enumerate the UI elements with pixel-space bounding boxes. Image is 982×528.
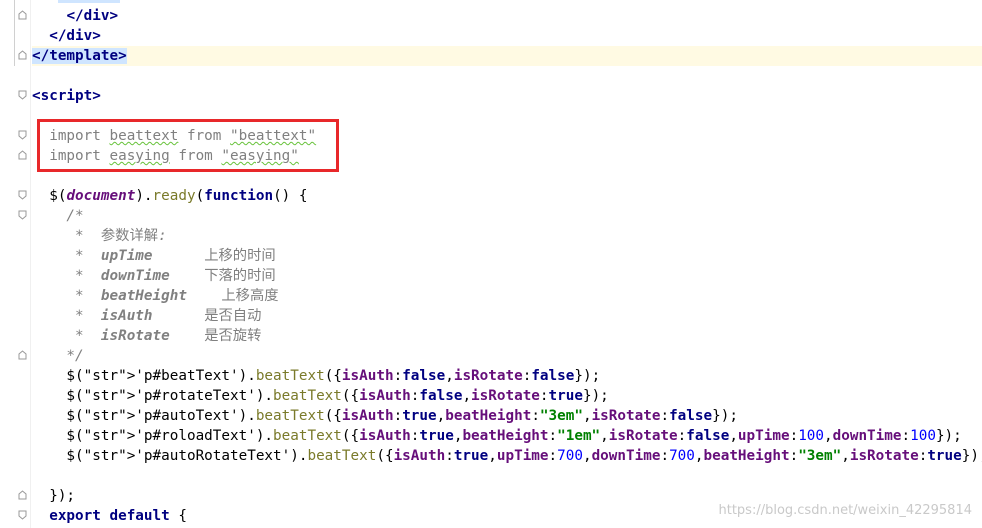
code-line[interactable]: $(document).ready(function() { [32, 186, 982, 206]
fold-start-icon[interactable] [18, 210, 27, 220]
highlight-box [37, 119, 339, 172]
code-line[interactable]: * upTime 上移的时间 [32, 246, 982, 266]
code-line[interactable]: $("str">'p#roloadText').beatText({isAuth… [32, 426, 982, 446]
code-line[interactable] [32, 466, 982, 486]
fold-end-icon[interactable] [18, 350, 27, 360]
code-line[interactable]: $("str">'p#rotateText').beatText({isAuth… [32, 386, 982, 406]
fold-start-icon[interactable] [18, 510, 27, 520]
code-line-current[interactable]: </template> [32, 46, 982, 66]
code-line[interactable]: * 参数详解: [32, 226, 982, 246]
code-line[interactable]: * isAuth 是否自动 [32, 306, 982, 326]
fold-start-icon[interactable] [18, 130, 27, 140]
code-line[interactable]: <script> [32, 86, 982, 106]
code-line[interactable]: /* [32, 206, 982, 226]
code-line[interactable]: </div> [32, 26, 982, 46]
code-line[interactable]: $("str">'p#autoRotateText').beatText({is… [32, 446, 982, 466]
fold-end-icon[interactable] [18, 150, 27, 160]
code-line[interactable]: * isRotate 是否旋转 [32, 326, 982, 346]
code-line[interactable]: * downTime 下落的时间 [32, 266, 982, 286]
fold-end-icon[interactable] [18, 490, 27, 500]
indent-guide [14, 0, 15, 66]
code-line[interactable]: $("str">'p#autoText').beatText({isAuth:t… [32, 406, 982, 426]
fold-start-icon[interactable] [18, 90, 27, 100]
code-line[interactable]: </div> [32, 6, 982, 26]
code-line[interactable]: * beatHeight 上移高度 [32, 286, 982, 306]
fold-start-icon[interactable] [18, 190, 27, 200]
code-editor[interactable]: </div> </div> </template> <script> impor… [32, 0, 982, 528]
fold-end-icon[interactable] [18, 10, 27, 20]
editor-gutter [0, 0, 31, 528]
code-line[interactable] [32, 66, 982, 86]
code-line[interactable]: */ [32, 346, 982, 366]
watermark: https://blog.csdn.net/weixin_42295814 [718, 503, 972, 518]
code-line[interactable]: $("str">'p#beatText').beatText({isAuth:f… [32, 366, 982, 386]
fold-end-icon[interactable] [18, 50, 27, 60]
